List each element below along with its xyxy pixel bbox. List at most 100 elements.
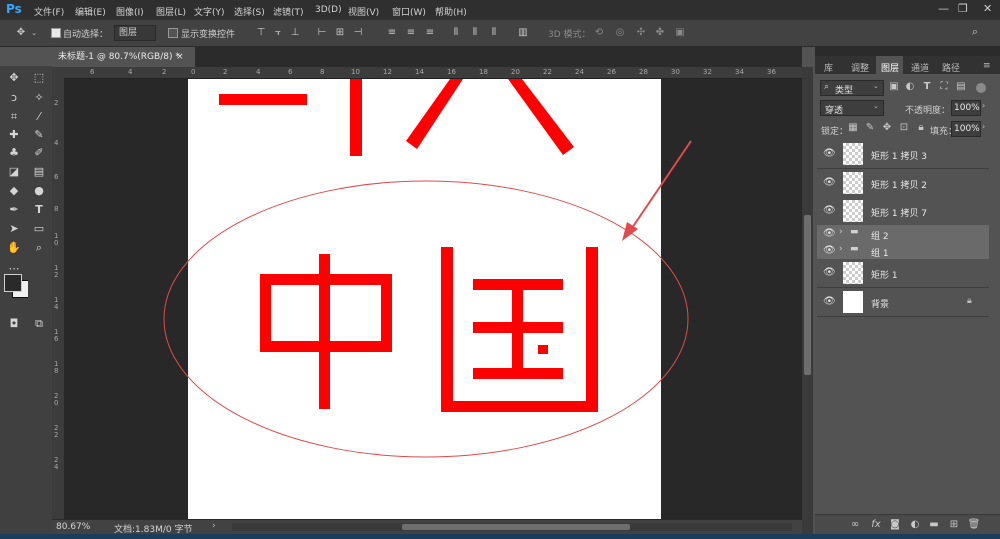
3d-pan-icon[interactable]: ✣ <box>634 27 648 39</box>
3d-orbit-icon[interactable]: ⟲ <box>592 27 606 39</box>
3d-scale-icon[interactable]: ▣ <box>673 27 687 39</box>
screen-mode-icon[interactable]: ⧉ <box>31 317 47 331</box>
layer-group[interactable]: 👁︎ › ▬ 组 1 <box>817 242 989 260</box>
auto-align-icon[interactable]: ▥ <box>517 27 529 39</box>
trash-icon[interactable]: 🗑︎ <box>967 519 981 531</box>
tab-library[interactable]: 库 <box>824 61 833 74</box>
magic-wand-icon[interactable]: ✧ <box>31 91 47 105</box>
align-left-icon[interactable]: ⊢ <box>316 27 328 39</box>
search-icon[interactable]: ⌕ <box>968 26 982 38</box>
auto-select-dropdown[interactable]: 图层 <box>114 25 156 41</box>
adjustment-icon[interactable]: ◐ <box>908 519 922 531</box>
menu-window[interactable]: 窗口(W) <box>392 5 426 18</box>
panel-menu-icon[interactable]: ≡ <box>983 61 991 71</box>
rectangle-tool-icon[interactable]: ▭ <box>31 222 47 236</box>
gradient-tool-icon[interactable]: ▤ <box>31 165 47 179</box>
menu-image[interactable]: 图像(I) <box>116 5 144 18</box>
vertical-scroll-thumb[interactable] <box>804 215 811 375</box>
layer-filter-dropdown[interactable]: ⌕ 类型 ⌄ <box>820 80 884 96</box>
tab-paths[interactable]: 路径 <box>942 61 960 74</box>
distribute-left-icon[interactable]: ⦀ <box>450 27 462 39</box>
blend-mode-dropdown[interactable]: 穿透 ⌄ <box>820 100 884 116</box>
distribute-bottom-icon[interactable]: ≡ <box>424 27 436 39</box>
close-button[interactable]: ✕ <box>983 2 992 15</box>
visibility-eye-icon[interactable]: 👁︎ <box>823 267 836 278</box>
foreground-color-swatch[interactable] <box>4 274 22 292</box>
filter-pixel-icon[interactable]: ▣ <box>888 81 900 93</box>
filter-smart-object-icon[interactable]: ▤ <box>955 81 967 93</box>
pen-tool-icon[interactable]: ✒ <box>6 203 22 217</box>
expand-chevron-icon[interactable]: › <box>839 244 843 254</box>
filter-adjustment-icon[interactable]: ◐ <box>904 81 916 93</box>
menu-view[interactable]: 视图(V) <box>348 5 379 18</box>
distribute-right-icon[interactable]: ⦀ <box>488 27 500 39</box>
menu-select[interactable]: 选择(S) <box>234 5 265 18</box>
lock-transparent-icon[interactable]: ▦ <box>847 122 859 134</box>
folder-icon[interactable]: ▬ <box>927 519 941 531</box>
menu-3d[interactable]: 3D(D) <box>315 5 342 15</box>
horizontal-scroll-thumb[interactable] <box>402 524 630 530</box>
menu-help[interactable]: 帮助(H) <box>435 5 467 18</box>
layer-item[interactable]: 👁︎ 矩形 1 拷贝 2 <box>817 169 989 198</box>
distribute-top-icon[interactable]: ≡ <box>386 27 398 39</box>
fill-chevron-icon[interactable]: › <box>982 122 985 131</box>
align-top-icon[interactable]: ⊤ <box>255 27 267 39</box>
path-select-icon[interactable]: ➤ <box>6 222 22 236</box>
marquee-tool-icon[interactable]: ⬚ <box>31 71 47 85</box>
show-transform-checkbox[interactable] <box>168 28 178 38</box>
align-bottom-icon[interactable]: ⊥ <box>289 27 301 39</box>
tab-layers[interactable]: 图层 <box>881 61 899 74</box>
crop-tool-icon[interactable]: ⌗ <box>6 110 22 124</box>
dodge-tool-icon[interactable]: ● <box>31 184 47 198</box>
layer-item[interactable]: 👁︎ 背景 🔒︎ <box>817 288 989 317</box>
3d-roll-icon[interactable]: ◎ <box>613 27 627 39</box>
clone-stamp-icon[interactable]: ♣ <box>6 146 22 160</box>
distribute-hcenter-icon[interactable]: ⦀ <box>469 27 481 39</box>
horizontal-scrollbar[interactable] <box>232 523 792 531</box>
layer-name[interactable]: 矩形 1 拷贝 3 <box>871 149 927 162</box>
move-tool-icon[interactable]: ✥ <box>6 71 22 85</box>
quick-mask-icon[interactable]: ◘ <box>6 317 22 331</box>
hand-tool-icon[interactable]: ✋ <box>6 241 22 255</box>
chevron-down-icon[interactable]: ⌄ <box>30 27 38 39</box>
blur-tool-icon[interactable]: ◆ <box>6 184 22 198</box>
visibility-eye-icon[interactable]: 👁︎ <box>823 148 836 159</box>
close-tab-icon[interactable]: × <box>176 47 184 67</box>
opacity-chevron-icon[interactable]: › <box>982 101 985 110</box>
fill-input[interactable]: 100% <box>951 121 981 137</box>
type-tool-icon[interactable]: T <box>31 203 47 217</box>
layer-name[interactable]: 矩形 1 拷贝 7 <box>871 206 927 219</box>
minimize-button[interactable]: — <box>938 2 949 15</box>
move-tool-icon[interactable]: ✥ <box>14 27 28 39</box>
menu-edit[interactable]: 编辑(E) <box>75 5 106 18</box>
layer-name[interactable]: 组 2 <box>871 229 889 242</box>
align-vcenter-icon[interactable]: ⫟ <box>272 27 284 39</box>
status-menu-icon[interactable]: › <box>212 521 216 531</box>
history-brush-icon[interactable]: ✐ <box>31 146 47 160</box>
filter-toggle[interactable] <box>976 83 986 93</box>
zoom-level[interactable]: 80.67% <box>56 522 90 532</box>
filter-shape-icon[interactable]: ⛶ <box>938 81 950 93</box>
lock-pixels-icon[interactable]: ✎ <box>864 122 876 134</box>
menu-filter[interactable]: 滤镜(T) <box>273 5 304 18</box>
tab-channels[interactable]: 通道 <box>911 61 929 74</box>
align-hcenter-icon[interactable]: ⊞ <box>334 27 346 39</box>
layer-name[interactable]: 组 1 <box>871 246 889 259</box>
mask-icon[interactable]: ◙ <box>888 519 902 531</box>
align-right-icon[interactable]: ⊣ <box>352 27 364 39</box>
tab-adjustments[interactable]: 调整 <box>851 61 869 74</box>
distribute-vcenter-icon[interactable]: ≡ <box>405 27 417 39</box>
new-layer-icon[interactable]: ⊞ <box>947 519 961 531</box>
visibility-eye-icon[interactable]: 👁︎ <box>823 245 836 256</box>
layer-item[interactable]: 👁︎ 矩形 1 拷贝 7 <box>817 197 989 226</box>
visibility-eye-icon[interactable]: 👁︎ <box>823 205 836 216</box>
eyedropper-icon[interactable]: ⁄ <box>31 110 47 124</box>
layer-name[interactable]: 矩形 1 <box>871 268 898 281</box>
3d-slide-icon[interactable]: ✤ <box>653 27 667 39</box>
visibility-eye-icon[interactable]: 👁︎ <box>823 296 836 307</box>
visibility-eye-icon[interactable]: 👁︎ <box>823 177 836 188</box>
auto-select-checkbox[interactable] <box>51 28 61 38</box>
link-icon[interactable]: ∞ <box>848 519 862 531</box>
eraser-icon[interactable]: ◪ <box>6 165 22 179</box>
opacity-input[interactable]: 100% <box>951 100 981 116</box>
